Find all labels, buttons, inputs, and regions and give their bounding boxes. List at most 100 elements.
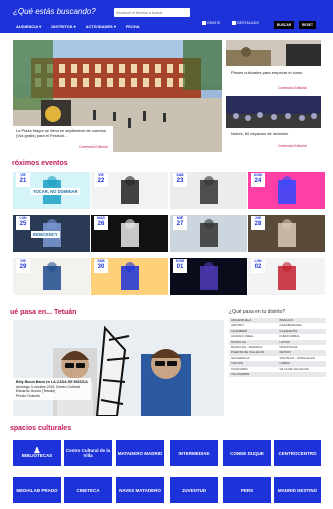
event-date-badge: VIE 29 (16, 259, 30, 273)
event-date-badge: VIE 22 (94, 173, 108, 187)
event-date-badge: LUN 02 (251, 259, 265, 273)
cultural-space-link[interactable]: CINETECA (64, 477, 112, 503)
event-date-badge: SÁB 23 (173, 173, 187, 187)
hero-side1-card[interactable]: Planes culturales para empezar el curso … (226, 40, 321, 92)
event-card[interactable]: INDECENCY LUN 25 (13, 215, 90, 252)
cultural-space-link[interactable]: CENTROCENTRO (274, 440, 321, 466)
event-date-badge: MIÉ 27 (173, 216, 187, 230)
nav-fecha[interactable]: FECHA (123, 22, 143, 30)
search-button[interactable]: BUSCAR (274, 21, 295, 29)
tetuan-feature-image (13, 320, 224, 416)
event-date-number: 22 (97, 178, 105, 184)
reset-button[interactable]: RESET (299, 21, 316, 29)
event-date-badge: SÁB 30 (94, 259, 108, 273)
spaces-title: spacios culturales (10, 425, 72, 432)
event-date-badge: VIE 21 (16, 173, 30, 187)
nav-audiencia[interactable]: AUDIENCIA ▾ (13, 22, 44, 30)
search-box[interactable] (114, 8, 190, 17)
cultural-space-link[interactable]: MADRID DESTINO (274, 477, 321, 503)
event-card[interactable]: DOM 01 (170, 258, 247, 295)
cultural-space-link[interactable]: Centro Cultural de la Villa (64, 440, 112, 466)
search-input[interactable] (116, 10, 186, 15)
event-date-number: 01 (176, 264, 184, 270)
tetuan-feature-card[interactable]: Billy Boom Band en LA CASA DE MÚSICA dom… (13, 320, 224, 416)
reset-button-wrap: RESET (299, 21, 316, 29)
cultural-space-label: NAVES MATADERO (119, 487, 161, 493)
cultural-space-link[interactable]: MEDIALAB PRADO (13, 477, 61, 503)
event-date-badge: LUN 25 (16, 216, 30, 230)
cultural-space-label: CENTROCENTRO (278, 450, 317, 456)
nav-menu: AUDIENCIA ▾ DISTRITOS ▾ ACTIVIDADES ▾ FE… (13, 22, 143, 30)
event-date-number: 23 (176, 178, 184, 184)
cultural-space-link[interactable]: CONDE DUQUE (223, 440, 271, 466)
cultural-space-link[interactable]: MATADERO MADRID (116, 440, 164, 466)
hero-side2-image (226, 96, 321, 128)
hero-main-card[interactable]: La Plaza Mayor se llena en septiembre de… (13, 40, 222, 152)
tetuan-caption-body: domingo 3 octubre 2021 Centro Cultural E… (16, 384, 80, 394)
event-date-badge: JUE 28 (251, 216, 265, 230)
cultural-space-label: CONDE DUQUE (230, 450, 264, 456)
cultural-space-link[interactable]: JUVENTUD (170, 477, 218, 503)
district-link[interactable]: VILLAVERDE (229, 372, 278, 378)
cultural-space-label: MEDIALAB PRADO (16, 487, 58, 493)
nav-actividades[interactable]: ACTIVIDADES ▾ (83, 22, 119, 30)
event-date-badge: MAR 26 (94, 216, 108, 230)
event-date-number: 29 (19, 264, 27, 270)
events-title: róximos eventos (12, 160, 68, 167)
event-card[interactable]: TOCAR, NO DOMINAR VIE 21 (13, 172, 90, 209)
search-button-wrap: BUSCAR (274, 21, 295, 29)
hero-side2-card[interactable]: Nubes, 60 espacios de inclusión Contenid… (226, 96, 321, 152)
tetuan-caption: Billy Boom Band en LA CASA DE MÚSICA dom… (13, 378, 91, 401)
event-date-number: 02 (254, 264, 262, 270)
event-date-number: 25 (19, 221, 27, 227)
filter-featured[interactable]: DESTACADO (232, 21, 259, 25)
filter-free[interactable]: GRATIS (202, 21, 220, 25)
event-date-number: 30 (97, 264, 105, 270)
event-card[interactable]: DOM 24 (248, 172, 325, 209)
event-date-number: 21 (19, 178, 27, 184)
districts-title: ¿Qué pasa en tu distrito? (229, 309, 286, 315)
cultural-space-label: PERS (240, 487, 254, 493)
top-bar: ¿Qué estás buscando? AUDIENCIA ▾ DISTRIT… (0, 0, 333, 33)
district-link[interactable] (277, 372, 326, 378)
checkbox-icon[interactable] (232, 21, 236, 25)
cultural-space-label: INTERMEDIAE (178, 450, 210, 456)
event-card[interactable]: MIÉ 27 (170, 215, 247, 252)
event-date-number: 24 (254, 178, 262, 184)
hero-side1-image (226, 40, 321, 66)
cultural-space-label: BIBLIOTECAS (21, 453, 53, 458)
event-card[interactable]: VIE 22 (91, 172, 168, 209)
nav-distritos[interactable]: DISTRITOS ▾ (48, 22, 78, 30)
event-card[interactable]: LUN 02 (248, 258, 325, 295)
cultural-space-link[interactable]: PERS (223, 477, 271, 503)
event-card[interactable]: VIE 29 (13, 258, 90, 295)
cultural-space-link[interactable]: NAVES MATADERO (116, 477, 164, 503)
event-date-badge: DOM 24 (251, 173, 265, 187)
hero-side1-tag: Contenido Editorial (278, 86, 307, 90)
hero-side1-caption: Planes culturales para empezar el curso (228, 68, 318, 77)
checkbox-icon[interactable] (202, 21, 206, 25)
event-card[interactable]: MAR 26 (91, 215, 168, 252)
event-card[interactable]: SÁB 30 (91, 258, 168, 295)
cultural-space-label: Centro Cultural de la Villa (65, 448, 111, 458)
cultural-space-label: CINETECA (76, 487, 100, 493)
event-card[interactable]: SÁB 23 (170, 172, 247, 209)
cultural-space-label: MATADERO MADRID (117, 450, 163, 456)
event-date-badge: DOM 01 (173, 259, 187, 273)
tetuan-caption-title: Billy Boom Band en LA CASA DE MÚSICA (16, 380, 88, 384)
district-title: ué pasa en... Tetuán (10, 309, 77, 316)
hero-side2-tag: Contenido Editorial (278, 144, 307, 148)
hero-side2-caption: Nubes, 60 espacios de inclusión (228, 129, 318, 138)
cultural-space-label: JUVENTUD (181, 487, 207, 493)
event-art-text: TOCAR, NO DOMINAR (31, 188, 80, 195)
search-question: ¿Qué estás buscando? (13, 7, 96, 16)
hero-main-tag: Contenido Editorial (79, 145, 108, 149)
cultural-space-link[interactable]: INTERMEDIAE (170, 440, 218, 466)
tetuan-caption-price: Precio Gratuito (16, 393, 40, 398)
cultural-space-link[interactable]: ♟ BIBLIOTECAS (13, 440, 61, 466)
event-art-text: INDECENCY (31, 231, 60, 238)
event-date-number: 28 (254, 221, 262, 227)
event-card[interactable]: JUE 28 (248, 215, 325, 252)
districts-list: ARGANZUELA BARAJAS CENTRO CARABANCHEL CHAMBE… (229, 318, 326, 378)
cultural-space-label: MADRID DESTINO (277, 487, 318, 493)
